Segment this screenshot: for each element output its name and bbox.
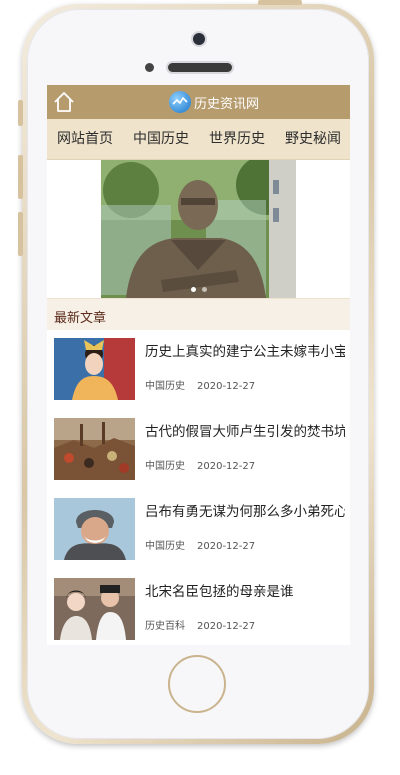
- article-category[interactable]: 中国历史: [145, 381, 185, 392]
- article-date: 2020-12-27: [197, 621, 256, 632]
- article-title[interactable]: 古代的假冒大师卢生引发的焚书坑: [145, 420, 345, 440]
- section-title: 最新文章: [54, 311, 107, 326]
- logo-icon: [169, 91, 191, 113]
- article-title[interactable]: 吕布有勇无谋为何那么多小弟死心: [145, 500, 345, 520]
- volume-down-button: [18, 212, 23, 256]
- article-thumbnail: [54, 498, 135, 560]
- article-category[interactable]: 中国历史: [145, 461, 185, 472]
- article-category[interactable]: 历史百科: [145, 621, 185, 632]
- article-meta: 中国历史 2020-12-27: [145, 457, 255, 472]
- list-item[interactable]: 吕布有勇无谋为何那么多小弟死心 中国历史 2020-12-27: [47, 490, 350, 571]
- article-category[interactable]: 中国历史: [145, 541, 185, 552]
- latest-articles-header: 最新文章: [47, 298, 350, 331]
- article-thumbnail: [54, 418, 135, 480]
- banner-slider[interactable]: [101, 160, 296, 298]
- article-meta: 中国历史 2020-12-27: [145, 377, 255, 392]
- front-camera: [193, 33, 205, 45]
- banner-dots: [101, 287, 296, 292]
- phone-screen: 历史资讯网 网站首页 中国历史 世界历史 野史秘闻 最新文章 历史上真实的建宁公…: [47, 85, 350, 645]
- main-nav: 网站首页 中国历史 世界历史 野史秘闻: [47, 119, 350, 160]
- mute-switch: [18, 100, 23, 126]
- site-logo[interactable]: 历史资讯网: [169, 90, 259, 114]
- nav-item-world-history[interactable]: 世界历史: [199, 119, 275, 159]
- list-item[interactable]: 历史上真实的建宁公主未嫁韦小宝 中国历史 2020-12-27: [47, 330, 350, 411]
- article-title[interactable]: 历史上真实的建宁公主未嫁韦小宝: [145, 340, 345, 360]
- article-thumbnail: [54, 578, 135, 640]
- banner-dot[interactable]: [190, 287, 196, 292]
- article-meta: 中国历史 2020-12-27: [145, 537, 255, 552]
- banner-image: [101, 160, 296, 298]
- earpiece-speaker: [168, 63, 232, 72]
- article-date: 2020-12-27: [197, 381, 256, 392]
- proximity-sensor: [145, 63, 154, 72]
- list-item[interactable]: 北宋名臣包拯的母亲是谁 历史百科 2020-12-27: [47, 570, 350, 645]
- list-item[interactable]: 古代的假冒大师卢生引发的焚书坑 中国历史 2020-12-27: [47, 410, 350, 491]
- nav-item-home[interactable]: 网站首页: [47, 119, 123, 159]
- volume-up-button: [18, 155, 23, 199]
- site-name: 历史资讯网: [194, 96, 260, 112]
- home-button[interactable]: [168, 655, 226, 713]
- article-title[interactable]: 北宋名臣包拯的母亲是谁: [145, 580, 345, 600]
- banner-dot[interactable]: [201, 287, 207, 292]
- article-thumbnail: [54, 338, 135, 400]
- nav-item-secret-history[interactable]: 野史秘闻: [275, 119, 350, 159]
- article-meta: 历史百科 2020-12-27: [145, 617, 255, 632]
- nav-item-china-history[interactable]: 中国历史: [123, 119, 199, 159]
- article-date: 2020-12-27: [197, 461, 256, 472]
- article-date: 2020-12-27: [197, 541, 256, 552]
- home-icon[interactable]: [53, 91, 75, 113]
- power-button: [258, 0, 302, 5]
- site-header: 历史资讯网: [47, 85, 350, 119]
